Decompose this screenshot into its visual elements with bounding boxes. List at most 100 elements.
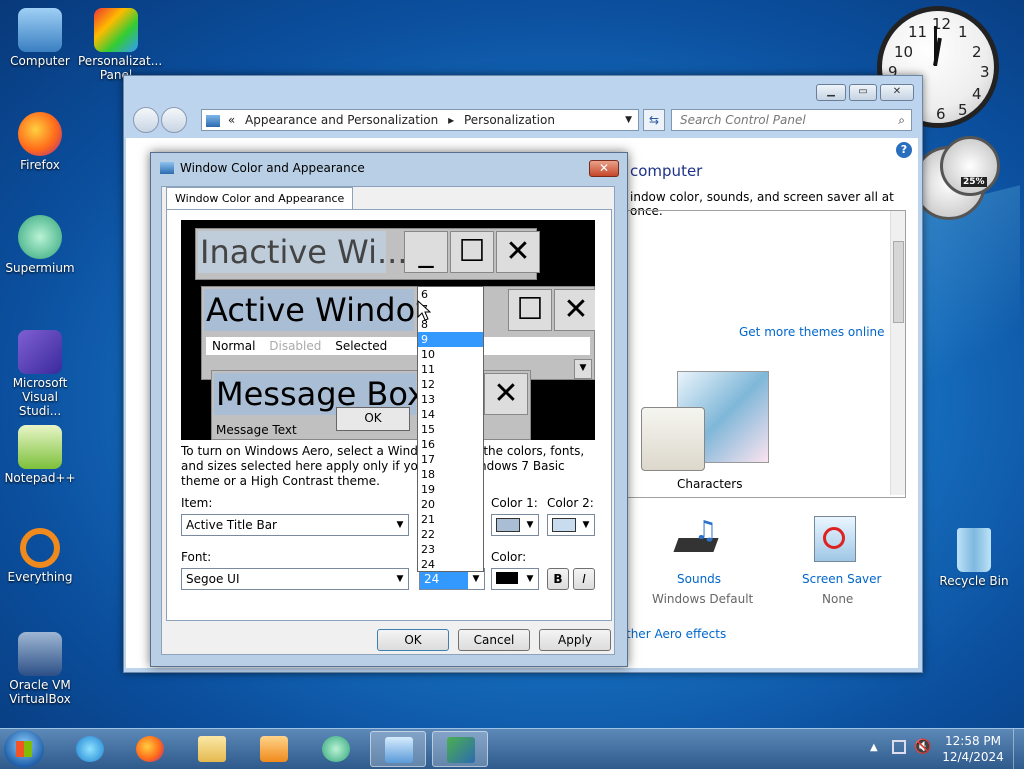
taskbar-media-player[interactable] xyxy=(246,731,302,767)
size-option[interactable]: 20 xyxy=(418,497,483,512)
size-option[interactable]: 13 xyxy=(418,392,483,407)
clock-time: 12:58 PM xyxy=(945,734,1001,748)
size-option[interactable]: 14 xyxy=(418,407,483,422)
font-color-picker[interactable]: ▼ xyxy=(491,568,539,590)
show-hidden-icons[interactable]: ▲ xyxy=(870,742,878,753)
size-option[interactable]: 17 xyxy=(418,452,483,467)
desktop-icon-virtualbox[interactable]: Oracle VM VirtualBox xyxy=(2,632,78,706)
color1-swatch xyxy=(496,518,520,532)
preview-ok-button: OK xyxy=(336,407,410,431)
show-desktop-button[interactable] xyxy=(1013,729,1024,769)
theme-thumbnail-selected[interactable] xyxy=(641,407,705,471)
italic-button[interactable]: I xyxy=(573,568,595,590)
apply-button[interactable]: Apply xyxy=(539,629,611,651)
size-option[interactable]: 11 xyxy=(418,362,483,377)
theme-list[interactable]: Get more themes online Characters xyxy=(626,210,906,498)
network-icon[interactable] xyxy=(892,740,906,754)
desktop-icon-firefox[interactable]: Firefox xyxy=(2,112,78,172)
computer-icon xyxy=(18,8,62,52)
dialog-close-button[interactable]: ✕ xyxy=(589,160,619,177)
size-option[interactable]: 18 xyxy=(418,467,483,482)
chevron-right-icon[interactable]: ▸ xyxy=(448,113,454,127)
close-button[interactable]: ✕ xyxy=(880,84,914,101)
color-label: Color: xyxy=(491,550,527,564)
search-icon[interactable]: ⌕ xyxy=(898,110,905,130)
desktop-icon-recycle-bin[interactable]: Recycle Bin xyxy=(936,528,1012,588)
tab-window-color[interactable]: Window Color and Appearance xyxy=(166,187,354,210)
cancel-button[interactable]: Cancel xyxy=(458,629,530,651)
help-icon[interactable]: ? xyxy=(896,142,912,158)
screen-saver-link[interactable]: Screen Saver xyxy=(802,572,881,586)
chevron-down-icon[interactable]: ▼ xyxy=(625,110,632,130)
volume-muted-icon[interactable]: 🔇 xyxy=(914,739,931,755)
aero-effects-link[interactable]: ther Aero effects xyxy=(626,627,726,641)
size-option[interactable]: 19 xyxy=(418,482,483,497)
size-option[interactable]: 22 xyxy=(418,527,483,542)
size-option[interactable]: 23 xyxy=(418,542,483,557)
desktop-icon-label: Microsoft Visual Studi... xyxy=(12,376,68,418)
color1-picker[interactable]: ▼ xyxy=(491,514,539,536)
get-more-themes-link[interactable]: Get more themes online xyxy=(739,325,885,339)
refresh-icon[interactable]: ⇆ xyxy=(643,109,665,131)
chevron-down-icon: ▼ xyxy=(526,520,534,530)
size-option[interactable]: 24 xyxy=(418,557,483,572)
back-button[interactable] xyxy=(133,107,159,133)
appearance-preview[interactable]: Inactive Wi... _ ☐ ✕ Active Window ☐ ✕ N… xyxy=(181,220,595,440)
supermium-icon xyxy=(18,215,62,259)
taskbar-internet-explorer[interactable] xyxy=(62,731,118,767)
size-option-selected[interactable]: 9 xyxy=(418,332,483,347)
close-icon: ✕ xyxy=(484,373,528,415)
message-text: Message Text xyxy=(216,423,297,437)
desktop-icon-supermium[interactable]: Supermium xyxy=(2,215,78,275)
active-window-preview[interactable]: Active Window ☐ ✕ Normal Disabled Select… xyxy=(201,286,595,380)
system-clock[interactable]: 12:58 PM 12/4/2024 xyxy=(930,733,1016,765)
desktop-icon-everything[interactable]: Everything xyxy=(2,528,78,584)
inactive-window-preview[interactable]: Inactive Wi... _ ☐ ✕ xyxy=(195,228,540,280)
clock-number: 3 xyxy=(980,63,990,81)
desktop-icon-personalization[interactable]: Personalizat... Panel xyxy=(78,8,162,82)
active-title: Active Window xyxy=(204,289,442,331)
sounds-link[interactable]: Sounds xyxy=(677,572,721,586)
clock-number: 2 xyxy=(972,43,982,61)
desktop-icon-label: Supermium xyxy=(5,261,75,275)
size-option[interactable]: 10 xyxy=(418,347,483,362)
taskbar-supermium[interactable] xyxy=(308,731,364,767)
window-color-dialog[interactable]: Window Color and Appearance ✕ Window Col… xyxy=(150,152,628,667)
item-dropdown[interactable]: Active Title Bar ▼ xyxy=(181,514,409,536)
sounds-icon[interactable]: ♫ xyxy=(672,516,720,560)
start-button[interactable] xyxy=(4,730,44,768)
window-color-icon xyxy=(447,737,475,763)
scrollbar-thumb[interactable] xyxy=(893,241,904,323)
size-option[interactable]: 12 xyxy=(418,377,483,392)
taskbar-control-panel[interactable] xyxy=(370,731,426,767)
size-option[interactable]: 21 xyxy=(418,512,483,527)
ok-button[interactable]: OK xyxy=(377,629,449,651)
desktop-icon-computer[interactable]: Computer xyxy=(2,8,78,68)
description-text: To turn on Windows Aero, select a Window… xyxy=(181,444,585,488)
size-dropdown-list[interactable]: 6 7 8 9 10 11 12 13 14 15 16 17 18 19 20… xyxy=(417,286,484,572)
font-dropdown[interactable]: Segoe UI ▼ xyxy=(181,568,409,590)
taskbar-explorer[interactable] xyxy=(184,731,240,767)
breadcrumb-personalization[interactable]: Personalization xyxy=(464,113,555,127)
bold-button[interactable]: B xyxy=(547,568,569,590)
screen-saver-icon[interactable] xyxy=(814,516,856,562)
taskbar-window-color[interactable] xyxy=(432,731,488,767)
size-option[interactable]: 15 xyxy=(418,422,483,437)
chevron-down-icon: ▼ xyxy=(396,520,404,530)
taskbar-firefox[interactable] xyxy=(122,731,178,767)
maximize-icon: ☐ xyxy=(508,289,552,331)
desktop-icon-visual-studio[interactable]: Microsoft Visual Studi... xyxy=(2,330,78,418)
desktop-icon-notepadpp[interactable]: Notepad++ xyxy=(2,425,78,485)
size-option[interactable]: 16 xyxy=(418,437,483,452)
minimize-button[interactable]: ▁ xyxy=(816,84,846,101)
search-input[interactable]: Search Control Panel ⌕ xyxy=(671,109,912,131)
address-bar[interactable]: « Appearance and Personalization ▸ Perso… xyxy=(201,109,639,131)
color2-picker[interactable]: ▼ xyxy=(547,514,595,536)
maximize-button[interactable]: ▭ xyxy=(849,84,877,101)
scrollbar[interactable] xyxy=(890,211,905,495)
forward-button[interactable] xyxy=(161,107,187,133)
breadcrumb-appearance[interactable]: Appearance and Personalization xyxy=(245,113,438,127)
desktop-icon-label: Oracle VM VirtualBox xyxy=(9,678,71,706)
menu-disabled: Disabled xyxy=(269,339,322,353)
cpu-meter-gadget[interactable]: 25% xyxy=(940,136,1000,196)
